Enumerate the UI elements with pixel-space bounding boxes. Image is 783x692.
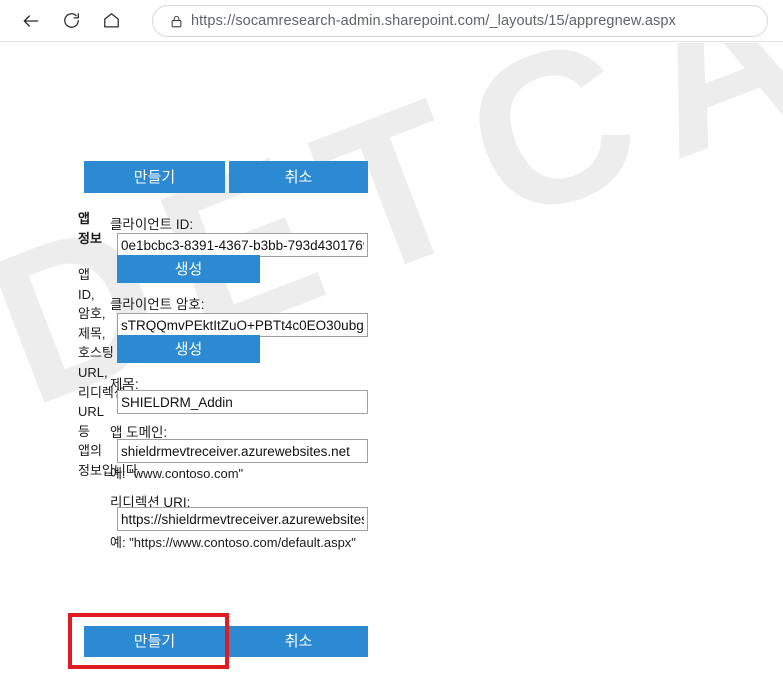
reload-icon [62, 11, 81, 30]
page-content: DETCAM 만들기 취소 앱 정보 앱 ID, 암호, 제목, 호스팅 URL… [0, 43, 783, 692]
back-button[interactable] [14, 4, 48, 38]
redirect-uri-hint: 예: "https://www.contoso.com/default.aspx… [110, 535, 356, 550]
client-secret-input[interactable] [117, 313, 368, 337]
home-button[interactable] [94, 4, 128, 38]
lock-icon [161, 14, 191, 29]
app-info-description: 앱 ID, 암호, 제목, 호스팅 URL, 리디렉션 URL 등 앱의 정보입… [78, 267, 142, 478]
reload-button[interactable] [54, 4, 88, 38]
app-domain-label: 앱 도메인: [110, 425, 168, 440]
create-button-bottom[interactable]: 만들기 [84, 626, 225, 657]
browser-toolbar: https://socamresearch-admin.sharepoint.c… [0, 0, 783, 42]
client-id-label: 클라이언트 ID: [110, 217, 194, 232]
app-registration-form: 만들기 취소 앱 정보 앱 ID, 암호, 제목, 호스팅 URL, 리디렉션 … [0, 43, 783, 692]
cancel-button-bottom[interactable]: 취소 [229, 626, 368, 657]
back-arrow-icon [21, 11, 41, 31]
address-bar-url: https://socamresearch-admin.sharepoint.c… [191, 13, 676, 29]
create-button-top[interactable]: 만들기 [84, 161, 225, 193]
generate-client-secret-button[interactable]: 생성 [117, 335, 260, 363]
redirect-uri-input[interactable] [117, 507, 368, 531]
home-icon [102, 11, 121, 30]
client-secret-label: 클라이언트 암호: [110, 297, 205, 312]
app-info-heading: 앱 정보 [78, 211, 102, 246]
generate-client-id-button[interactable]: 생성 [117, 255, 260, 283]
app-domain-hint: 예: "www.contoso.com" [110, 466, 244, 481]
client-id-input[interactable] [117, 233, 368, 257]
address-bar[interactable]: https://socamresearch-admin.sharepoint.c… [152, 5, 768, 37]
app-domain-input[interactable] [117, 439, 368, 463]
cancel-button-top[interactable]: 취소 [229, 161, 368, 193]
title-input[interactable] [117, 390, 368, 414]
